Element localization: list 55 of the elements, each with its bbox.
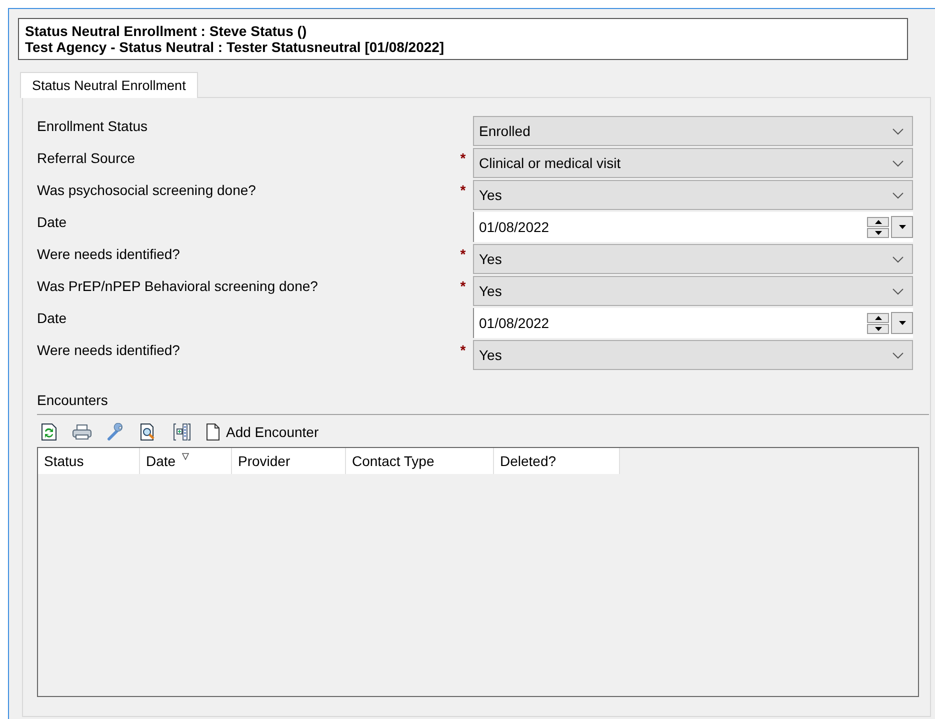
column-header[interactable]: Provider	[232, 448, 346, 474]
spin-up-button[interactable]	[867, 216, 889, 226]
wrench-icon[interactable]	[107, 423, 125, 441]
calendar-dropdown-button[interactable]	[891, 312, 913, 334]
field-label: Enrollment Status	[37, 117, 148, 136]
printer-icon[interactable]	[72, 424, 92, 440]
field-label: Referral Source	[37, 149, 136, 168]
triangle-down-icon	[874, 230, 882, 234]
column-chooser-icon[interactable]	[173, 423, 191, 441]
sort-icon	[182, 453, 189, 460]
section-title: Encounters	[37, 392, 929, 415]
required-mark: *	[459, 149, 467, 168]
chevron-icon	[892, 160, 904, 166]
header-subtitle: Test Agency - Status Neutral : Tester Statusneutral [01/08/2022]	[25, 39, 446, 55]
date-field[interactable]: 01/08/2022	[473, 308, 913, 338]
column-header[interactable]: Deleted?	[494, 448, 620, 474]
tab[interactable]: Status Neutral Enrollment	[20, 72, 198, 98]
column-header[interactable]: Status	[38, 448, 140, 474]
chevron-icon	[892, 128, 904, 134]
blank-page-icon[interactable]	[206, 423, 220, 441]
chevron-icon	[892, 352, 904, 358]
spin-down-button[interactable]	[867, 228, 889, 238]
dropdown[interactable]: Yes	[473, 244, 913, 274]
refresh-icon[interactable]	[41, 423, 57, 441]
dropdown[interactable]: Clinical or medical visit	[473, 148, 913, 178]
date-field[interactable]: 01/08/2022	[473, 212, 913, 242]
chevron-icon	[892, 192, 904, 198]
field-label: Were needs identified?	[37, 245, 181, 264]
dropdown[interactable]: Yes	[473, 180, 913, 210]
field-label: Date	[37, 309, 68, 328]
field-label: Date	[37, 213, 68, 232]
field-label: Was psychosocial screening done?	[37, 181, 257, 200]
dropdown[interactable]: Yes	[473, 340, 913, 370]
spin-down-button[interactable]	[867, 324, 889, 334]
add-encounter-button[interactable]: Add Encounter	[206, 423, 319, 441]
required-mark: *	[459, 245, 467, 264]
triangle-down-icon	[874, 326, 882, 330]
required-mark: *	[459, 341, 467, 360]
column-header[interactable]: Contact Type	[346, 448, 494, 474]
dropdown[interactable]: Enrolled	[473, 116, 913, 146]
required-mark: *	[459, 277, 467, 296]
dropdown[interactable]: Yes	[473, 276, 913, 306]
field-label: Was PrEP/nPEP Behavioral screening done?	[37, 277, 319, 296]
triangle-up-icon	[874, 316, 882, 320]
triangle-down-icon	[898, 225, 906, 229]
required-mark: *	[459, 181, 467, 200]
chevron-icon	[892, 256, 904, 262]
chevron-icon	[892, 288, 904, 294]
triangle-up-icon	[874, 220, 882, 224]
spin-up-button[interactable]	[867, 312, 889, 322]
calendar-dropdown-button[interactable]	[891, 216, 913, 238]
triangle-down-icon	[898, 321, 906, 325]
header-title: Status Neutral Enrollment : Steve Status ()	[25, 23, 308, 39]
field-label: Were needs identified?	[37, 341, 181, 360]
column-header[interactable]: Date	[140, 448, 232, 474]
